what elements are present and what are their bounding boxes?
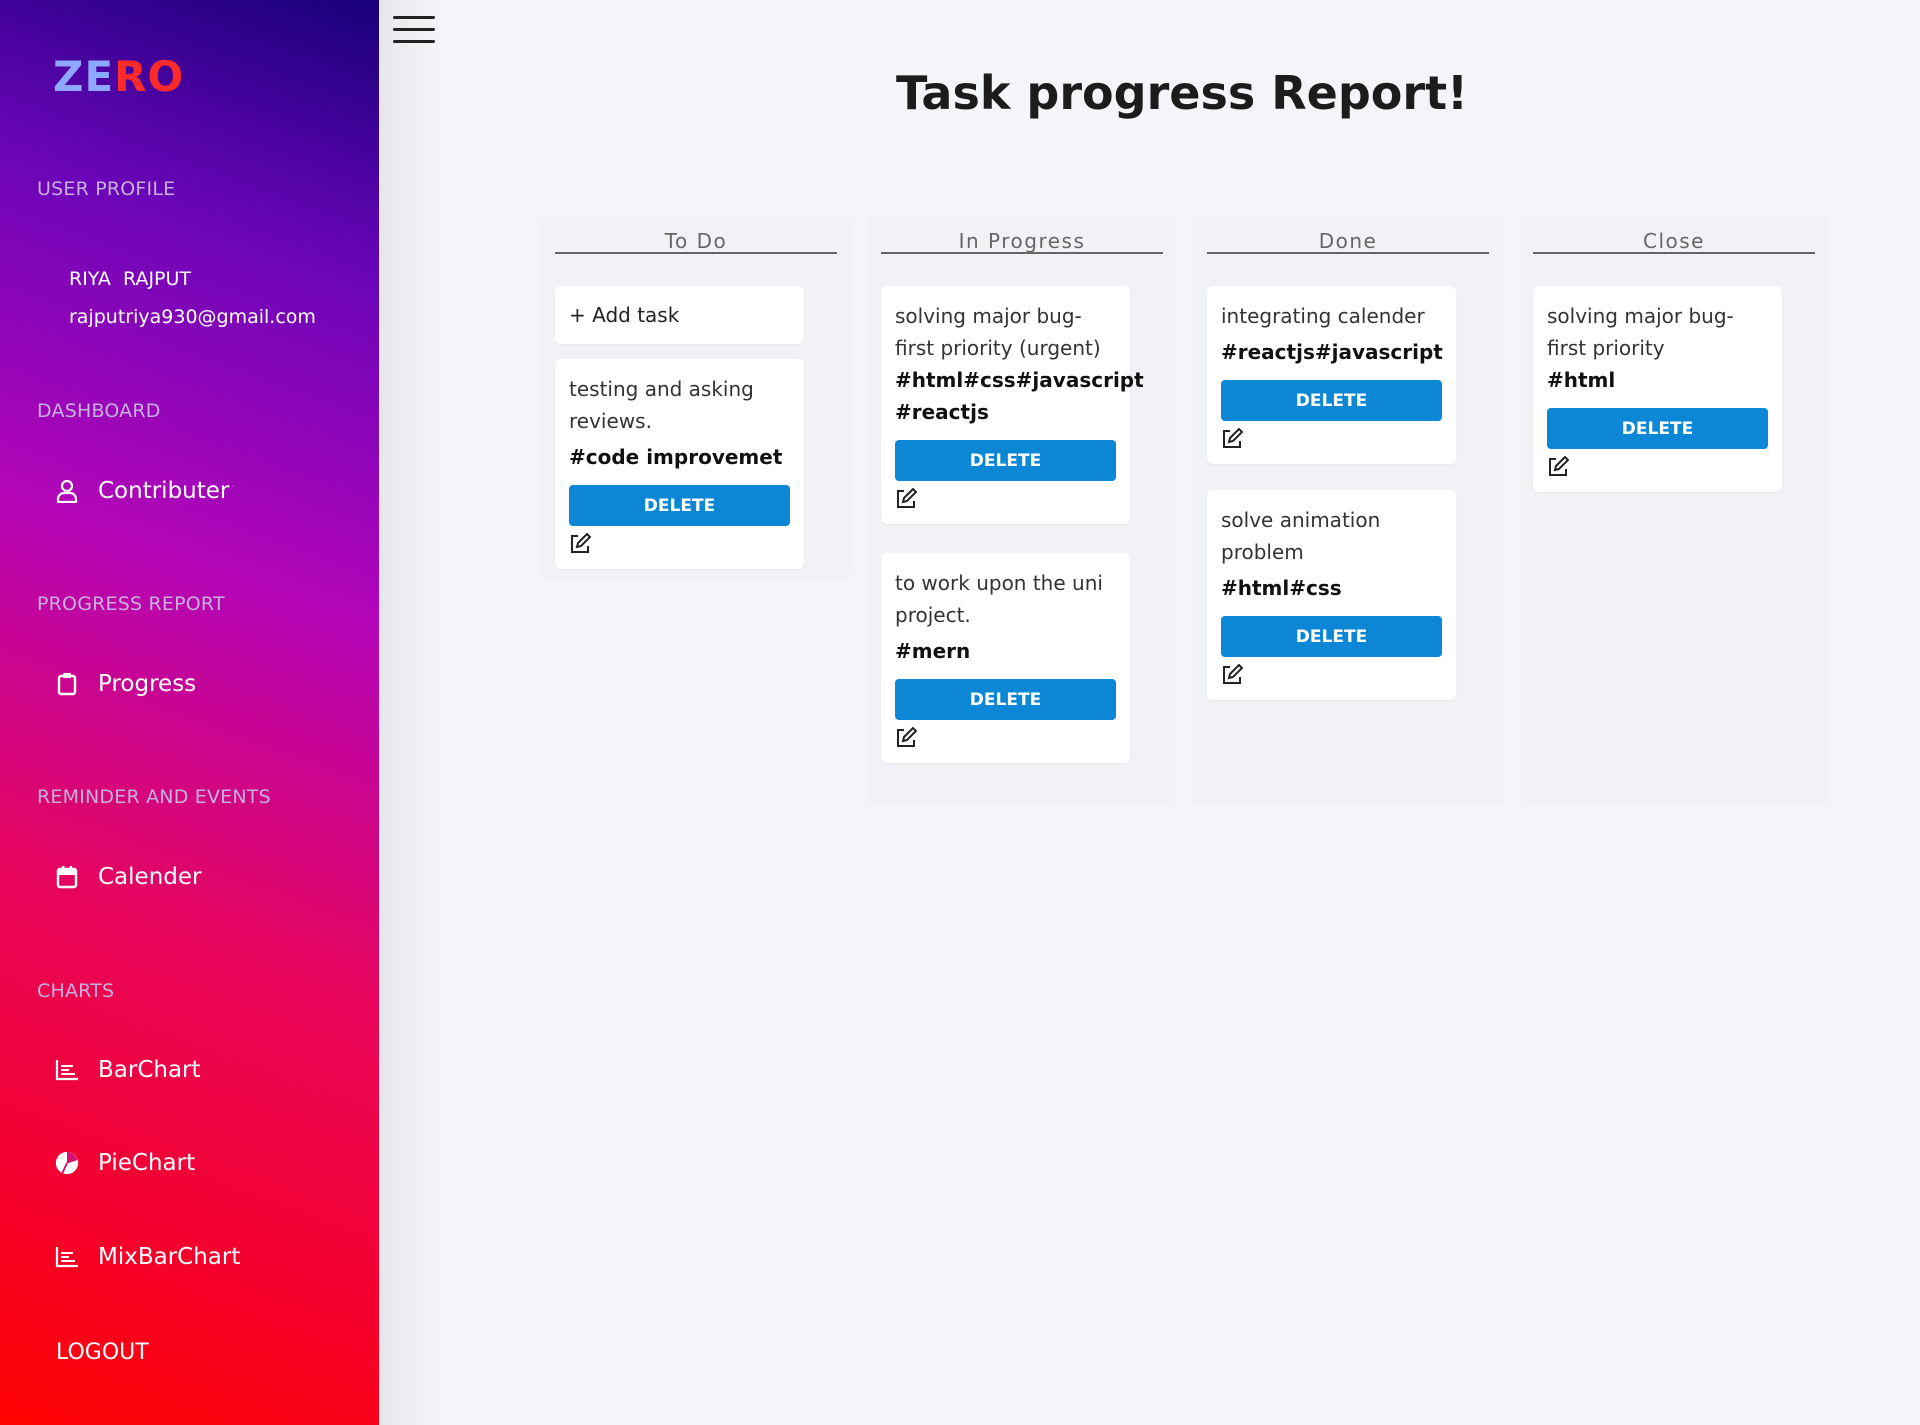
task-card: solving major bug-first priority (urgent… (881, 286, 1144, 524)
task-tags: #code improvemet (569, 445, 783, 469)
task-tags: #html#css#javascript #reactjs (895, 368, 1144, 424)
delete-button[interactable]: DELETE (569, 485, 790, 526)
nav-contributer[interactable]: Contributer (54, 478, 229, 504)
task-tags: #reactjs#javascript (1221, 340, 1443, 364)
add-task-button[interactable]: + Add task (555, 286, 804, 344)
edit-icon[interactable] (569, 532, 592, 555)
edit-icon[interactable] (1221, 663, 1244, 686)
add-task-label: + Add task (569, 303, 680, 327)
column-header: Close (1643, 229, 1705, 253)
task-card: testing and asking reviews. #code improv… (555, 359, 804, 569)
column-divider (1207, 252, 1489, 254)
task-title: integrating calender (1221, 304, 1425, 328)
task-title: to work upon the uni project. (895, 571, 1103, 627)
nav-piechart[interactable]: PieChart (54, 1150, 195, 1176)
delete-button[interactable]: DELETE (1547, 408, 1768, 449)
column-done: Done integrating calender #reactjs#javas… (1193, 215, 1503, 805)
nav-mixbarchart-label: MixBarChart (98, 1244, 241, 1270)
column-header: In Progress (958, 229, 1086, 253)
task-title: solve animation problem (1221, 508, 1381, 564)
calendar-icon (54, 864, 80, 890)
column-in-progress: In Progress solving major bug-first prio… (867, 215, 1177, 805)
edit-icon[interactable] (895, 487, 918, 510)
user-icon (54, 478, 80, 504)
sidebar: ZERO USER PROFILE RIYA RAJPUT rajputriya… (0, 0, 379, 1425)
delete-button[interactable]: DELETE (1221, 380, 1442, 421)
nav-piechart-label: PieChart (98, 1150, 196, 1176)
nav-progress-label: Progress (98, 671, 197, 697)
nav-mixbarchart[interactable]: MixBarChart (54, 1244, 240, 1270)
delete-button[interactable]: DELETE (895, 440, 1116, 481)
column-close: Close solving major bug-first priority #… (1519, 215, 1829, 805)
column-header: To Do (664, 229, 728, 253)
user-name: RIYA RAJPUT (69, 268, 192, 290)
nav-barchart[interactable]: BarChart (54, 1057, 201, 1083)
task-title: solving major bug-first priority (1547, 304, 1734, 360)
hamburger-icon-line-3 (393, 40, 435, 43)
task-tags: #html (1547, 368, 1616, 392)
logout-link[interactable]: LOGOUT (56, 1340, 149, 1365)
hamburger-icon-line-2 (393, 28, 435, 31)
section-user-profile: USER PROFILE (37, 178, 176, 200)
section-reminder-events: REMINDER AND EVENTS (37, 786, 271, 808)
bar-chart-icon (54, 1244, 80, 1270)
clipboard-icon (54, 671, 80, 697)
bar-chart-icon (54, 1057, 80, 1083)
edit-icon[interactable] (1547, 455, 1570, 478)
column-divider (1533, 252, 1815, 254)
nav-barchart-label: BarChart (98, 1057, 201, 1083)
task-tags: #mern (895, 639, 971, 663)
nav-progress[interactable]: Progress (54, 671, 196, 697)
section-dashboard: DASHBOARD (37, 400, 161, 422)
column-header: Done (1318, 229, 1378, 253)
task-card: integrating calender #reactjs#javascript… (1207, 286, 1456, 464)
task-card: to work upon the uni project. #mern DELE… (881, 553, 1130, 763)
task-title: solving major bug-first priority (urgent… (895, 304, 1101, 360)
nav-calender-label: Calender (98, 864, 202, 890)
task-card: solving major bug-first priority #html D… (1533, 286, 1782, 492)
sidebar-shadow (379, 0, 439, 1425)
task-tags: #html#css (1221, 576, 1342, 600)
hamburger-menu-button[interactable] (393, 16, 435, 46)
task-title: testing and asking reviews. (569, 377, 754, 433)
column-divider (881, 252, 1163, 254)
delete-button[interactable]: DELETE (895, 679, 1116, 720)
pie-chart-icon (54, 1150, 80, 1176)
column-todo: To Do + Add task testing and asking revi… (541, 215, 851, 580)
user-email: rajputriya930@gmail.com (69, 306, 316, 328)
page-title: Task progress Report! (895, 66, 1469, 120)
hamburger-icon (393, 16, 435, 19)
nav-contributer-label: Contributer (98, 478, 230, 504)
task-card: solve animation problem #html#css DELETE (1207, 490, 1456, 700)
column-divider (555, 252, 837, 254)
delete-button[interactable]: DELETE (1221, 616, 1442, 657)
edit-icon[interactable] (1221, 427, 1244, 450)
edit-icon[interactable] (895, 726, 918, 749)
nav-calender[interactable]: Calender (54, 864, 201, 890)
section-progress-report: PROGRESS REPORT (37, 593, 225, 615)
section-charts: CHARTS (37, 980, 115, 1002)
